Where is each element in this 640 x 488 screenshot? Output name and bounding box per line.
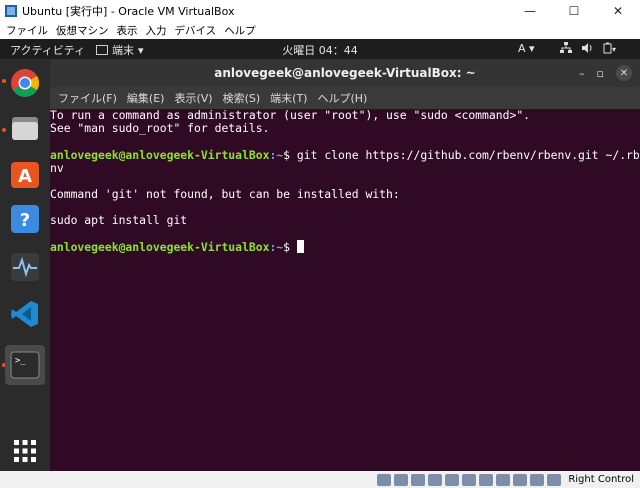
svg-text:▾: ▾ — [612, 45, 616, 54]
terminal-close-button[interactable]: ✕ — [616, 65, 632, 81]
output-line: sudo apt install git — [50, 213, 188, 227]
chevron-down-icon: ▾ — [138, 43, 144, 57]
guest-screen: アクティビティ 端末 ▾ 火曜日 04：44 A ▾ ▾ A ? >_ anlo… — [0, 39, 640, 471]
prompt-user: anlovegeek@anlovegeek-VirtualBox — [50, 148, 270, 162]
shared-folder-icon[interactable] — [462, 473, 477, 486]
app-menu-label: 端末 — [112, 44, 134, 57]
close-button[interactable]: ✕ — [596, 0, 640, 22]
chrome-icon[interactable] — [7, 65, 43, 101]
recording-icon[interactable] — [496, 473, 511, 486]
usb-icon[interactable] — [445, 473, 460, 486]
terminal-menu-file[interactable]: ファイル(F) — [58, 90, 117, 106]
system-monitor-icon[interactable] — [7, 249, 43, 285]
input-method-menu[interactable]: A ▾ — [518, 42, 535, 55]
input-method-label: A — [518, 42, 526, 55]
terminal-header[interactable]: anlovegeek@anlovegeek-VirtualBox: ~ – ▫ … — [50, 59, 640, 87]
svg-text:A: A — [18, 166, 32, 187]
terminal-icon[interactable]: >_ — [5, 345, 45, 385]
terminal-maximize-button[interactable]: ▫ — [597, 67, 604, 80]
svg-text:>_: >_ — [15, 356, 26, 366]
menu-file[interactable]: ファイル — [6, 23, 48, 38]
window-controls: — ☐ ✕ — [508, 0, 640, 22]
menu-machine[interactable]: 仮想マシン — [56, 23, 109, 38]
hard-disk-icon[interactable] — [377, 473, 392, 486]
prompt-user: anlovegeek@anlovegeek-VirtualBox — [50, 240, 270, 254]
prompt-path: :~ — [269, 148, 284, 162]
software-center-icon[interactable]: A — [7, 156, 43, 192]
minimize-button[interactable]: — — [508, 0, 552, 22]
display-icon[interactable] — [479, 473, 494, 486]
terminal-window[interactable]: anlovegeek@anlovegeek-VirtualBox: ~ – ▫ … — [50, 59, 640, 471]
terminal-menu-view[interactable]: 表示(V) — [174, 90, 212, 106]
menu-view[interactable]: 表示 — [117, 23, 138, 38]
terminal-menu-search[interactable]: 検索(S) — [223, 90, 261, 106]
output-line: nv — [50, 161, 64, 175]
terminal-small-icon — [96, 45, 108, 55]
virtualbox-menu-bar: ファイル 仮想マシン 表示 入力 デバイス ヘルプ — [0, 22, 640, 39]
terminal-window-controls: – ▫ ✕ — [579, 65, 632, 81]
terminal-menu-terminal[interactable]: 端末(T) — [270, 90, 307, 106]
running-indicator — [2, 79, 6, 83]
ubuntu-top-bar: アクティビティ 端末 ▾ 火曜日 04：44 A ▾ ▾ — [0, 39, 640, 59]
output-line: Command 'git' not found, but can be inst… — [50, 187, 400, 201]
network-icon — [560, 42, 572, 53]
mouse-integration-icon[interactable] — [530, 473, 545, 486]
terminal-output[interactable]: To run a command as administrator (user … — [50, 108, 640, 471]
command-text: $ git clone https://github.com/rbenv/rbe… — [283, 148, 640, 162]
window-title: Ubuntu [実行中] - Oracle VM VirtualBox — [22, 5, 235, 18]
app-menu[interactable]: 端末 ▾ — [96, 42, 144, 58]
show-apps-icon[interactable] — [7, 433, 43, 469]
network-adapter-icon[interactable] — [428, 473, 443, 486]
dock: A ? >_ — [0, 59, 50, 471]
menu-devices[interactable]: デバイス — [175, 23, 217, 38]
volume-icon — [582, 43, 592, 53]
window-title-bar[interactable]: Ubuntu [実行中] - Oracle VM VirtualBox — ☐ … — [0, 0, 640, 22]
optical-drive-icon[interactable] — [394, 473, 409, 486]
menu-help[interactable]: ヘルプ — [224, 23, 256, 38]
battery-icon: ▾ — [603, 42, 616, 54]
running-indicator — [2, 128, 6, 132]
menu-input[interactable]: 入力 — [146, 23, 167, 38]
terminal-minimize-button[interactable]: – — [579, 67, 585, 80]
chevron-down-icon: ▾ — [529, 42, 535, 55]
svg-text:?: ? — [20, 210, 30, 231]
keyboard-icon[interactable] — [547, 473, 562, 486]
command-line: anlovegeek@anlovegeek-VirtualBox:~$ git … — [50, 148, 640, 162]
virtualbox-icon — [5, 5, 17, 17]
terminal-title: anlovegeek@anlovegeek-VirtualBox: ~ — [214, 66, 476, 80]
terminal-menu-help[interactable]: ヘルプ(H) — [317, 90, 367, 106]
system-menu[interactable]: ▾ — [560, 42, 616, 54]
host-key-label: Right Control — [568, 474, 634, 485]
activities-button[interactable]: アクティビティ — [10, 42, 85, 58]
text-cursor — [296, 240, 304, 253]
prompt-path: :~ — [269, 240, 284, 254]
virtualbox-status-bar: Right Control — [0, 471, 640, 488]
terminal-menu-bar: ファイル(F) 編集(E) 表示(V) 検索(S) 端末(T) ヘルプ(H) — [50, 87, 640, 109]
help-icon[interactable]: ? — [7, 201, 43, 237]
active-prompt-line: anlovegeek@anlovegeek-VirtualBox:~$ — [50, 240, 304, 254]
terminal-menu-edit[interactable]: 編集(E) — [127, 90, 165, 106]
output-line: See "man sudo_root" for details. — [50, 121, 270, 135]
vscode-icon[interactable] — [7, 296, 43, 332]
maximize-button[interactable]: ☐ — [552, 0, 596, 22]
cpu-icon[interactable] — [513, 473, 528, 486]
clock[interactable]: 火曜日 04：44 — [282, 44, 358, 57]
files-icon[interactable] — [7, 110, 43, 146]
prompt-symbol: $ — [283, 240, 297, 254]
audio-icon[interactable] — [411, 473, 426, 486]
